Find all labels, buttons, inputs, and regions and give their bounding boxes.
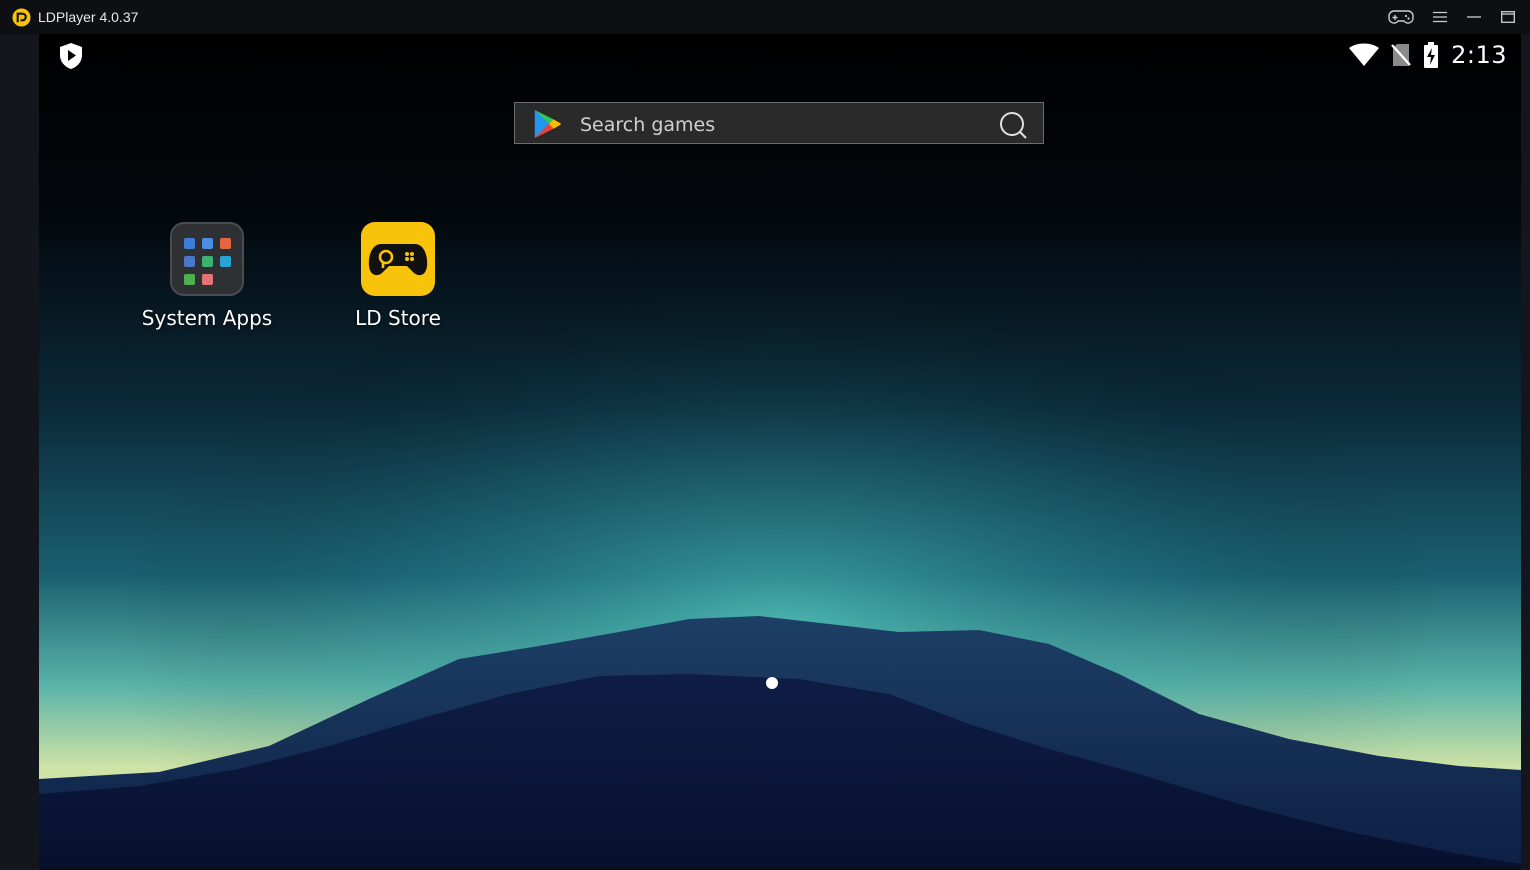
battery-charging-icon xyxy=(1424,42,1439,68)
minimize-button[interactable] xyxy=(1462,6,1486,28)
folder-icon xyxy=(170,222,244,296)
title-bar: LDPlayer 4.0.37 xyxy=(0,0,1530,34)
search-placeholder: Search games xyxy=(580,114,716,136)
wifi-icon xyxy=(1349,43,1380,66)
gamepad-icon xyxy=(361,222,435,296)
status-clock: 2:13 xyxy=(1451,41,1507,69)
ldplayer-logo-icon xyxy=(12,8,31,27)
menu-icon xyxy=(1433,11,1447,23)
status-bar: 2:13 xyxy=(1349,40,1507,70)
search-icon[interactable] xyxy=(999,111,1027,139)
ld-store-app[interactable]: LD Store xyxy=(328,222,468,330)
app-label-system-apps: System Apps xyxy=(141,306,273,330)
right-frame xyxy=(1521,34,1530,870)
minimize-icon xyxy=(1467,16,1481,18)
android-home-screen[interactable]: 2:13 Search games System Apps LD Store xyxy=(39,34,1521,868)
search-games-bar[interactable]: Search games xyxy=(514,102,1044,144)
window-title: LDPlayer 4.0.37 xyxy=(38,9,139,25)
left-frame xyxy=(0,34,39,870)
page-indicator-dot xyxy=(766,677,778,689)
system-apps-folder[interactable]: System Apps xyxy=(137,222,277,330)
gamepad-icon xyxy=(1388,10,1414,24)
menu-button[interactable] xyxy=(1428,6,1452,28)
maximize-button[interactable] xyxy=(1496,6,1520,28)
mountain-wallpaper xyxy=(39,34,1521,868)
app-label-ld-store: LD Store xyxy=(355,306,441,330)
play-store-icon xyxy=(534,109,561,139)
maximize-icon xyxy=(1501,11,1515,23)
gamepad-button[interactable] xyxy=(1387,6,1415,28)
no-sim-icon xyxy=(1391,44,1411,66)
shield-icon xyxy=(60,43,82,69)
